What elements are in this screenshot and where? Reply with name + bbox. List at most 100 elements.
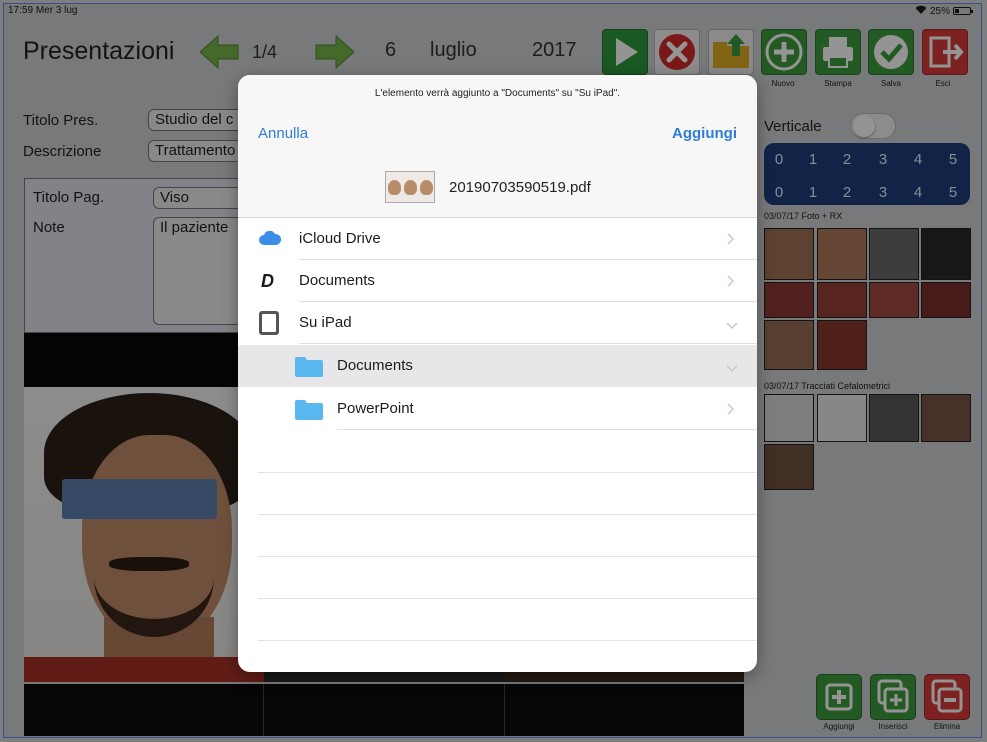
- thumbnail[interactable]: [869, 394, 919, 442]
- thumbnail[interactable]: [764, 444, 814, 490]
- chevron-right-icon: [726, 402, 735, 415]
- grid-bottom-2[interactable]: 2: [832, 184, 862, 201]
- battery-icon: [953, 7, 973, 15]
- previous-page-button[interactable]: [199, 34, 240, 70]
- file-thumbnail: [385, 171, 435, 203]
- titolo-pres-label: Titolo Pres.: [23, 112, 99, 129]
- grid-top-0[interactable]: 0: [764, 151, 794, 168]
- icloud-icon: [259, 230, 282, 250]
- location-documents-folder[interactable]: Documents: [238, 345, 757, 387]
- new-label: Nuovo: [771, 79, 795, 88]
- ipad-icon: [258, 310, 280, 341]
- thumbnail[interactable]: [817, 394, 867, 442]
- folder-icon: [295, 356, 323, 382]
- note-label: Note: [33, 219, 65, 236]
- location-icloud-drive[interactable]: iCloud Drive: [238, 218, 757, 260]
- chevron-right-icon: [726, 274, 735, 287]
- descrizione-label: Descrizione: [23, 143, 102, 160]
- location-su-ipad[interactable]: Su iPad: [238, 302, 757, 344]
- grid-top-2[interactable]: 2: [832, 151, 862, 168]
- date-day[interactable]: 6: [385, 39, 396, 62]
- play-button[interactable]: [602, 29, 648, 75]
- folder-icon: [295, 399, 323, 425]
- chevron-down-icon: [726, 317, 738, 330]
- list-divider: [258, 556, 757, 557]
- list-divider: [258, 640, 757, 641]
- save-to-files-dialog: L'elemento verrà aggiunto a "Documents" …: [238, 75, 757, 672]
- section-foto-rx: 03/07/17 Foto + RX: [764, 211, 843, 221]
- layout-grid-selector[interactable]: 0 1 2 3 4 5 0 1 2 3 4 5: [764, 143, 970, 205]
- grid-bottom-4[interactable]: 4: [903, 184, 933, 201]
- list-divider: [258, 472, 757, 473]
- thumbnail[interactable]: [869, 282, 919, 318]
- location-label: Su iPad: [299, 314, 352, 331]
- app-frame: 17:59 Mer 3 lug 25% Presentazioni 1/4 6 …: [3, 3, 982, 738]
- delete-slide-label: Elimina: [933, 722, 961, 731]
- orientation-toggle[interactable]: [850, 113, 896, 139]
- battery-percent: 25%: [929, 5, 950, 17]
- print-label: Stampa: [824, 79, 852, 88]
- insert-slide-button[interactable]: [870, 674, 916, 720]
- insert-slide-label: Inserisci: [878, 722, 908, 731]
- wifi-icon: [915, 5, 927, 17]
- cancel-presentation-button[interactable]: [654, 29, 700, 75]
- chevron-right-icon: [726, 232, 735, 245]
- new-button[interactable]: [761, 29, 807, 75]
- patient-photo[interactable]: [24, 387, 264, 682]
- grid-bottom-0[interactable]: 0: [764, 184, 794, 201]
- add-slide-label: Aggiungi: [823, 722, 855, 731]
- thumbnail[interactable]: [921, 394, 971, 442]
- date-year[interactable]: 2017: [532, 39, 577, 62]
- location-documents-app[interactable]: D Documents: [238, 260, 757, 302]
- location-label: Documents: [299, 272, 375, 289]
- titolo-pag-label: Titolo Pag.: [33, 189, 105, 206]
- grid-top-3[interactable]: 3: [868, 151, 898, 168]
- thumbnail[interactable]: [764, 320, 814, 370]
- section-tracciati: 03/07/17 Tracciati Cefalometrici: [764, 381, 891, 391]
- app-title: Presentazioni: [23, 37, 175, 65]
- thumbnail[interactable]: [764, 282, 814, 318]
- thumbnail[interactable]: [817, 228, 867, 280]
- grid-top-5[interactable]: 5: [938, 151, 968, 168]
- orientation-label: Verticale: [764, 118, 822, 135]
- file-name: 20190703590519.pdf: [449, 179, 591, 196]
- slide-thumbnails-bar: [24, 684, 744, 736]
- grid-top-1[interactable]: 1: [798, 151, 828, 168]
- dialog-header: L'elemento verrà aggiunto a "Documents" …: [238, 75, 757, 218]
- thumbnail[interactable]: [869, 228, 919, 280]
- grid-bottom-1[interactable]: 1: [798, 184, 828, 201]
- thumbnail[interactable]: [921, 282, 971, 318]
- thumbnail[interactable]: [817, 320, 867, 370]
- page-indicator: 1/4: [252, 42, 278, 62]
- thumbnail[interactable]: [817, 282, 867, 318]
- status-date: Mer 3 lug: [35, 5, 78, 16]
- list-divider: [258, 598, 757, 599]
- status-bar-left: 17:59 Mer 3 lug: [8, 5, 78, 16]
- documents-app-icon: D: [261, 271, 274, 291]
- export-folder-button[interactable]: [708, 29, 754, 75]
- chevron-down-icon: [726, 360, 738, 373]
- next-page-button[interactable]: [314, 34, 355, 70]
- add-button[interactable]: Aggiungi: [672, 125, 737, 142]
- thumbnail[interactable]: [921, 228, 971, 280]
- delete-slide-button[interactable]: [924, 674, 970, 720]
- exit-label: Esci: [935, 79, 951, 88]
- status-bar-right: 25%: [915, 5, 973, 17]
- location-label: iCloud Drive: [299, 230, 381, 247]
- date-month[interactable]: luglio: [430, 39, 477, 62]
- thumbnail[interactable]: [764, 394, 814, 442]
- cancel-button[interactable]: Annulla: [258, 125, 308, 142]
- thumbnail[interactable]: [764, 228, 814, 280]
- save-button[interactable]: [868, 29, 914, 75]
- grid-top-4[interactable]: 4: [903, 151, 933, 168]
- location-powerpoint-folder[interactable]: PowerPoint: [238, 388, 757, 430]
- grid-bottom-3[interactable]: 3: [868, 184, 898, 201]
- status-time: 17:59: [8, 5, 34, 16]
- list-divider: [258, 514, 757, 515]
- privacy-bar: [62, 479, 217, 519]
- exit-button[interactable]: [922, 29, 968, 75]
- grid-bottom-5[interactable]: 5: [938, 184, 968, 201]
- save-label: Salva: [880, 79, 901, 88]
- print-button[interactable]: [815, 29, 861, 75]
- add-slide-button[interactable]: [816, 674, 862, 720]
